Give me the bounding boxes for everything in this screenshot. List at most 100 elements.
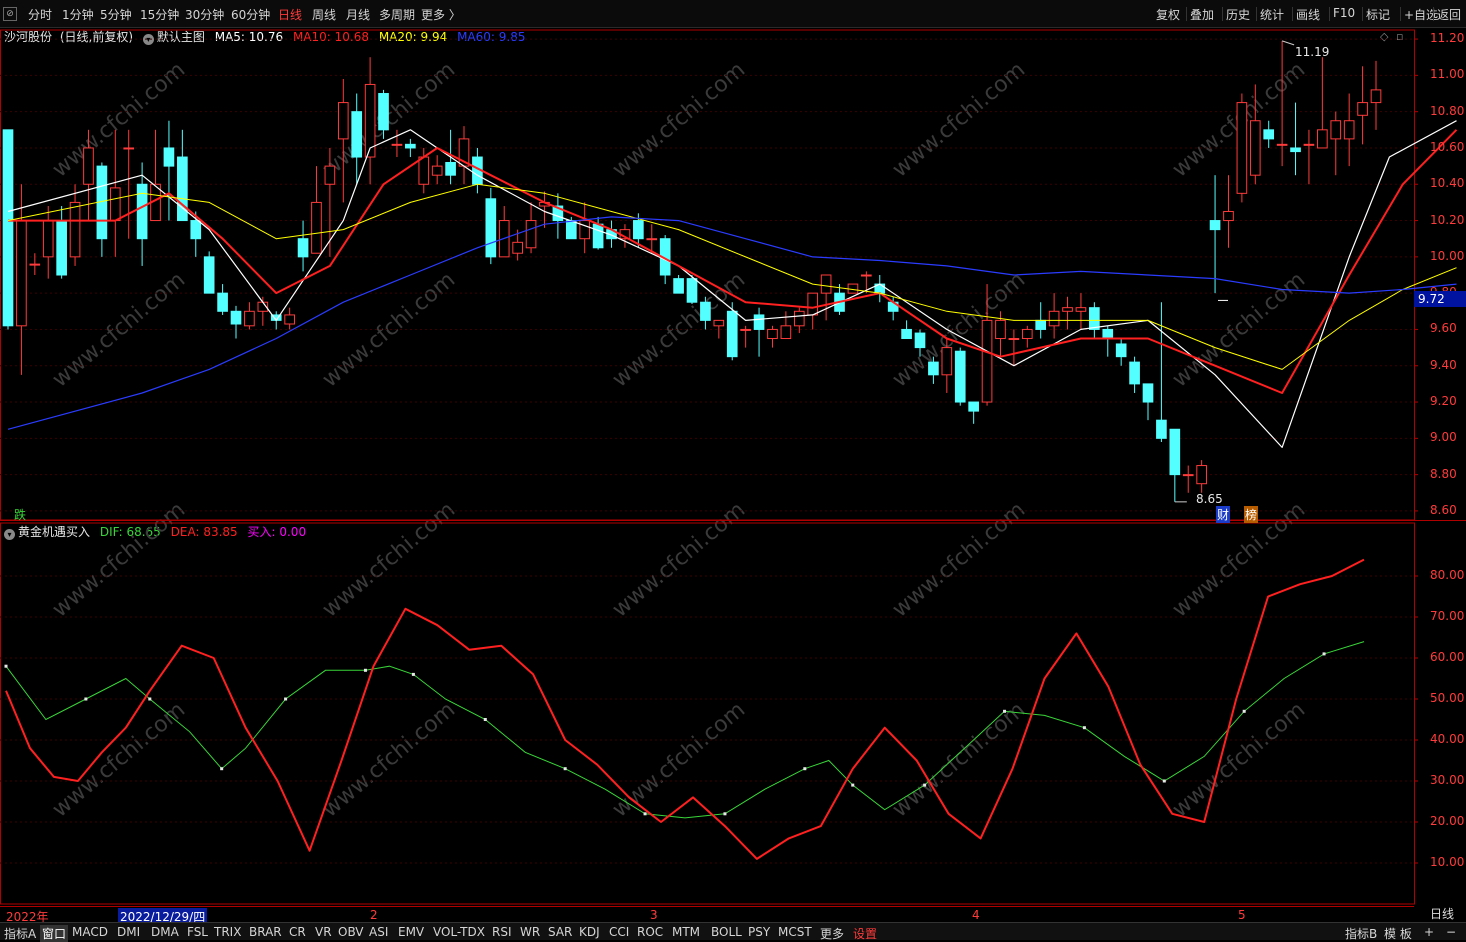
candle-body[interactable]: [1196, 465, 1207, 485]
candle-body[interactable]: [995, 319, 1006, 340]
candle-body[interactable]: [1357, 102, 1368, 116]
candle-body[interactable]: [901, 328, 912, 340]
candle-body[interactable]: [284, 314, 295, 325]
period-indicator[interactable]: 日线: [1418, 906, 1466, 922]
period-tab-0[interactable]: 分时: [28, 6, 52, 23]
candle-body[interactable]: [1075, 307, 1087, 312]
candle-body[interactable]: [914, 332, 926, 349]
indicator-tab-3[interactable]: DMI: [117, 925, 140, 939]
candle-body[interactable]: [1008, 338, 1020, 341]
candle-body[interactable]: [405, 143, 416, 149]
indicator-tab-21[interactable]: BOLL: [711, 925, 742, 939]
candle-body[interactable]: [700, 301, 711, 321]
candle-body[interactable]: [633, 220, 644, 240]
candle-body[interactable]: [592, 223, 604, 249]
candle-body[interactable]: [1182, 474, 1194, 477]
ranking-marker[interactable]: 榜: [1244, 506, 1259, 523]
candle-body[interactable]: [378, 93, 389, 131]
candle-body[interactable]: [418, 156, 430, 185]
candle-body[interactable]: [740, 328, 751, 331]
indicator-b-control-0[interactable]: 指标B: [1345, 925, 1377, 942]
candle-body[interactable]: [753, 314, 765, 330]
toolbar-button-3[interactable]: 统计: [1260, 6, 1284, 23]
period-tab-10[interactable]: 更多 〉: [421, 6, 461, 23]
candle-body[interactable]: [69, 201, 81, 258]
period-tab-2[interactable]: 5分钟: [100, 6, 132, 23]
indicator-tab-7[interactable]: BRAR: [249, 925, 282, 939]
indicator-b-control-2[interactable]: +: [1424, 925, 1434, 939]
chart-canvas[interactable]: www.cfchi.com www.cfchi.com www.cfchi.com w…: [0, 28, 1466, 906]
candle-body[interactable]: [123, 147, 135, 150]
candle-body[interactable]: [29, 263, 41, 266]
indicator-tab-24[interactable]: 更多: [820, 925, 844, 942]
indicator-tab-5[interactable]: FSL: [187, 925, 208, 939]
candle-body[interactable]: [981, 319, 993, 403]
candle-body[interactable]: [512, 241, 523, 254]
candle-body[interactable]: [820, 274, 832, 294]
indicator-tab-17[interactable]: KDJ: [579, 925, 600, 939]
candle-body[interactable]: [1236, 102, 1248, 194]
candle-body[interactable]: [109, 187, 121, 222]
candle-body[interactable]: [1343, 120, 1355, 140]
candle-body[interactable]: [163, 147, 175, 167]
period-tab-7[interactable]: 周线: [312, 6, 336, 23]
period-tab-1[interactable]: 1分钟: [62, 6, 94, 23]
candle-body[interactable]: [56, 220, 67, 276]
period-tab-8[interactable]: 月线: [346, 6, 370, 23]
candle-body[interactable]: [525, 220, 537, 249]
candle-body[interactable]: [445, 161, 456, 176]
candle-body[interactable]: [1156, 419, 1167, 439]
indicator-tab-20[interactable]: MTM: [672, 925, 700, 939]
indicator-b-control-1[interactable]: 模 板: [1384, 925, 1412, 942]
candle-body[interactable]: [1290, 147, 1301, 153]
candle-body[interactable]: [2, 129, 14, 327]
candle-body[interactable]: [1102, 328, 1114, 340]
candle-body[interactable]: [646, 238, 658, 241]
candle-body[interactable]: [1089, 307, 1100, 330]
candle-body[interactable]: [726, 310, 738, 358]
candle-body[interactable]: [1330, 120, 1342, 140]
candle-body[interactable]: [673, 278, 684, 294]
candle-body[interactable]: [190, 220, 202, 240]
candle-body[interactable]: [1370, 89, 1382, 104]
indicator-tab-25[interactable]: 设置: [853, 925, 877, 942]
indicator-tab-12[interactable]: EMV: [398, 925, 424, 939]
toolbar-button-4[interactable]: 画线: [1296, 6, 1320, 23]
indicator-tab-4[interactable]: DMA: [151, 925, 179, 939]
finance-marker[interactable]: 财: [1216, 506, 1231, 523]
candle-body[interactable]: [565, 220, 577, 240]
toolbar-button-6[interactable]: 标记: [1366, 6, 1390, 23]
indicator-tab-22[interactable]: PSY: [748, 925, 770, 939]
toolbar-button-0[interactable]: 复权: [1156, 6, 1180, 23]
candle-body[interactable]: [1317, 129, 1328, 149]
toolbar-button-1[interactable]: 叠加: [1190, 6, 1214, 23]
period-tab-5[interactable]: 60分钟: [231, 6, 270, 23]
candle-body[interactable]: [16, 220, 27, 327]
candle-body[interactable]: [351, 111, 363, 158]
period-tab-4[interactable]: 30分钟: [185, 6, 224, 23]
candle-body[interactable]: [431, 165, 443, 176]
candle-body[interactable]: [1249, 120, 1261, 176]
candle-body[interactable]: [1169, 428, 1181, 476]
period-tab-6[interactable]: 日线: [278, 6, 302, 23]
candle-body[interactable]: [579, 220, 591, 240]
candle-body[interactable]: [807, 292, 819, 316]
toolbar-button-5[interactable]: F10: [1333, 6, 1355, 20]
toolbar-button-8[interactable]: 返回: [1437, 6, 1461, 23]
indicator-tab-0[interactable]: 指标A: [4, 925, 36, 942]
candle-body[interactable]: [1263, 129, 1275, 140]
indicator-tab-18[interactable]: CCI: [609, 925, 629, 939]
candle-body[interactable]: [83, 147, 94, 185]
indicator-tab-8[interactable]: CR: [289, 925, 306, 939]
indicator-tab-11[interactable]: ASI: [369, 925, 388, 939]
candle-body[interactable]: [1209, 220, 1221, 231]
candle-body[interactable]: [941, 347, 953, 376]
candle-body[interactable]: [1048, 310, 1060, 327]
toolbar-button-2[interactable]: 历史: [1226, 6, 1250, 23]
candle-body[interactable]: [136, 183, 148, 240]
indicator-tab-19[interactable]: ROC: [637, 925, 663, 939]
candle-body[interactable]: [928, 361, 939, 376]
indicator-tab-2[interactable]: MACD: [72, 925, 108, 939]
candle-body[interactable]: [968, 401, 979, 412]
candle-body[interactable]: [203, 256, 215, 294]
